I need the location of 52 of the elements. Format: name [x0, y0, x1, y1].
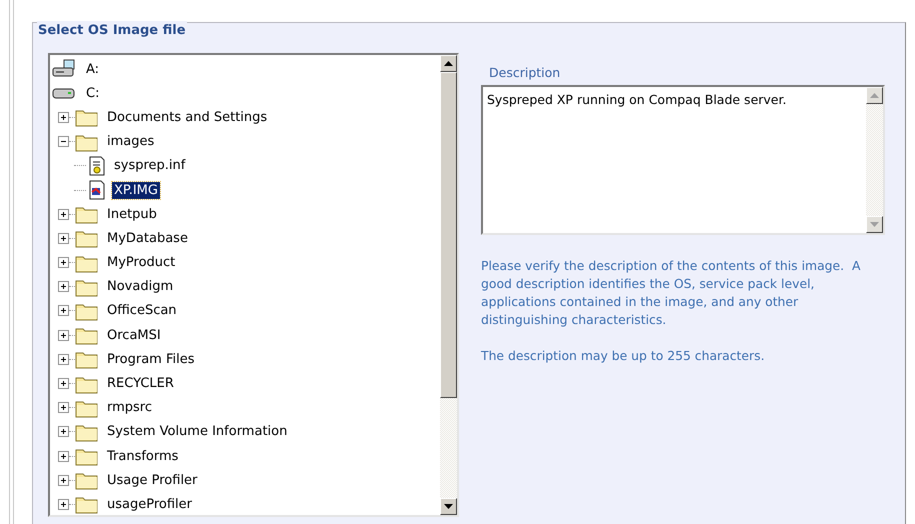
up-arrow-icon	[870, 93, 879, 98]
tree-item[interactable]: Program Files	[105, 350, 197, 368]
expand-toggle[interactable]	[58, 136, 69, 148]
tree-item[interactable]: rmpsrc	[105, 399, 154, 416]
up-arrow-icon	[444, 61, 453, 66]
expand-toggle[interactable]	[58, 450, 69, 462]
expand-toggle[interactable]	[58, 305, 69, 316]
tree-item[interactable]: sysprep.inf	[112, 157, 188, 174]
scroll-down-button[interactable]	[866, 216, 883, 233]
tree-item[interactable]: Transforms	[105, 448, 180, 465]
tree-item[interactable]: MyProduct	[105, 254, 178, 272]
expand-toggle[interactable]	[58, 330, 69, 341]
expand-toggle[interactable]	[58, 112, 69, 123]
scroll-down-button[interactable]	[440, 498, 457, 515]
image-file-icon	[88, 180, 106, 200]
scroll-thumb[interactable]	[440, 72, 457, 398]
tree-item[interactable]: OfficeScan	[105, 302, 179, 320]
scroll-up-button[interactable]	[866, 87, 883, 104]
tree-item[interactable]: Novadigm	[105, 278, 176, 296]
expand-toggle[interactable]	[58, 281, 69, 292]
tree-item[interactable]: images	[105, 133, 156, 150]
help-text: Please verify the description of the contents of this image. A good description identifies the OS, service pack level, applications contained in the image, and any other distinguishing characteristics.	[481, 257, 862, 329]
tree-item[interactable]: Usage Profiler	[105, 472, 200, 489]
description-label: Description	[489, 65, 562, 80]
settings-file-icon	[88, 156, 106, 176]
down-arrow-icon	[870, 222, 879, 227]
tree-item[interactable]: OrcaMSI	[105, 326, 163, 344]
tree-item[interactable]: C:	[84, 84, 102, 102]
down-arrow-icon	[444, 504, 453, 509]
expand-toggle[interactable]	[58, 257, 69, 268]
expand-toggle[interactable]	[58, 402, 69, 414]
tree-item[interactable]: MyDatabase	[105, 230, 190, 247]
expand-toggle[interactable]	[58, 378, 69, 390]
scrollbar[interactable]	[440, 55, 457, 515]
tree-item[interactable]: usageProfiler	[105, 496, 194, 513]
description-field[interactable]: Syspreped XP running on Compaq Blade server.	[481, 85, 885, 235]
scroll-up-button[interactable]	[440, 55, 457, 72]
tree-item[interactable]: System Volume Information	[105, 423, 290, 440]
expand-toggle[interactable]	[58, 474, 69, 486]
scrollbar[interactable]	[866, 87, 883, 233]
tree-item[interactable]: A:	[84, 60, 102, 78]
tree-item[interactable]: XP.IMG	[112, 182, 160, 199]
folder-tree[interactable]	[48, 53, 459, 517]
expand-toggle[interactable]	[58, 498, 69, 510]
tree-item[interactable]: Inetpub	[105, 206, 159, 223]
expand-toggle[interactable]	[58, 232, 69, 244]
expand-toggle[interactable]	[58, 354, 69, 365]
expand-toggle[interactable]	[58, 426, 69, 438]
help-text: The description may be up to 255 characters.	[481, 347, 766, 365]
tree-item[interactable]: RECYCLER	[105, 375, 176, 392]
expand-toggle[interactable]	[58, 208, 69, 220]
tree-item[interactable]: Documents and Settings	[105, 108, 270, 126]
